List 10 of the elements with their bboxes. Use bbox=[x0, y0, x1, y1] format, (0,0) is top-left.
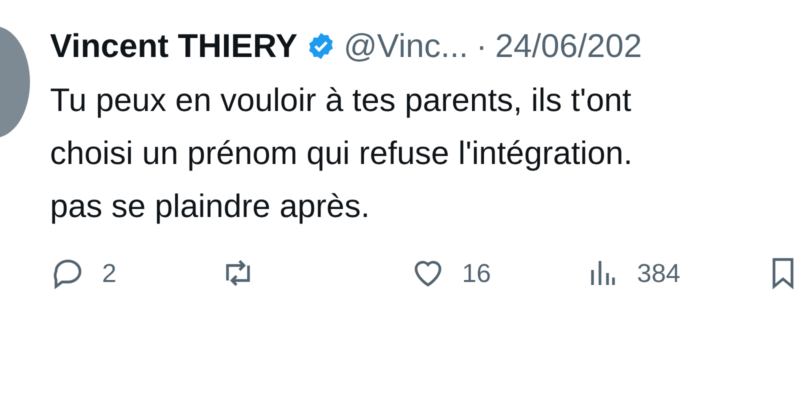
post-text-line: pas se plaindre après. bbox=[50, 187, 371, 226]
author-handle: @Vinc... bbox=[344, 27, 468, 65]
separator: · bbox=[476, 27, 488, 65]
post-text-line: Tu peux en vouloir à tes parents, ils t'ont bbox=[50, 81, 632, 120]
author-name[interactable]: Vincent THIERY bbox=[50, 27, 298, 65]
action-count: 16 bbox=[462, 258, 491, 288]
action-count: 2 bbox=[102, 258, 116, 288]
action-count: 384 bbox=[637, 258, 680, 288]
post-text-line: choisi un prénom qui refuse l'intégration. bbox=[50, 134, 634, 173]
post-date[interactable]: 24/06/202 bbox=[495, 27, 642, 65]
